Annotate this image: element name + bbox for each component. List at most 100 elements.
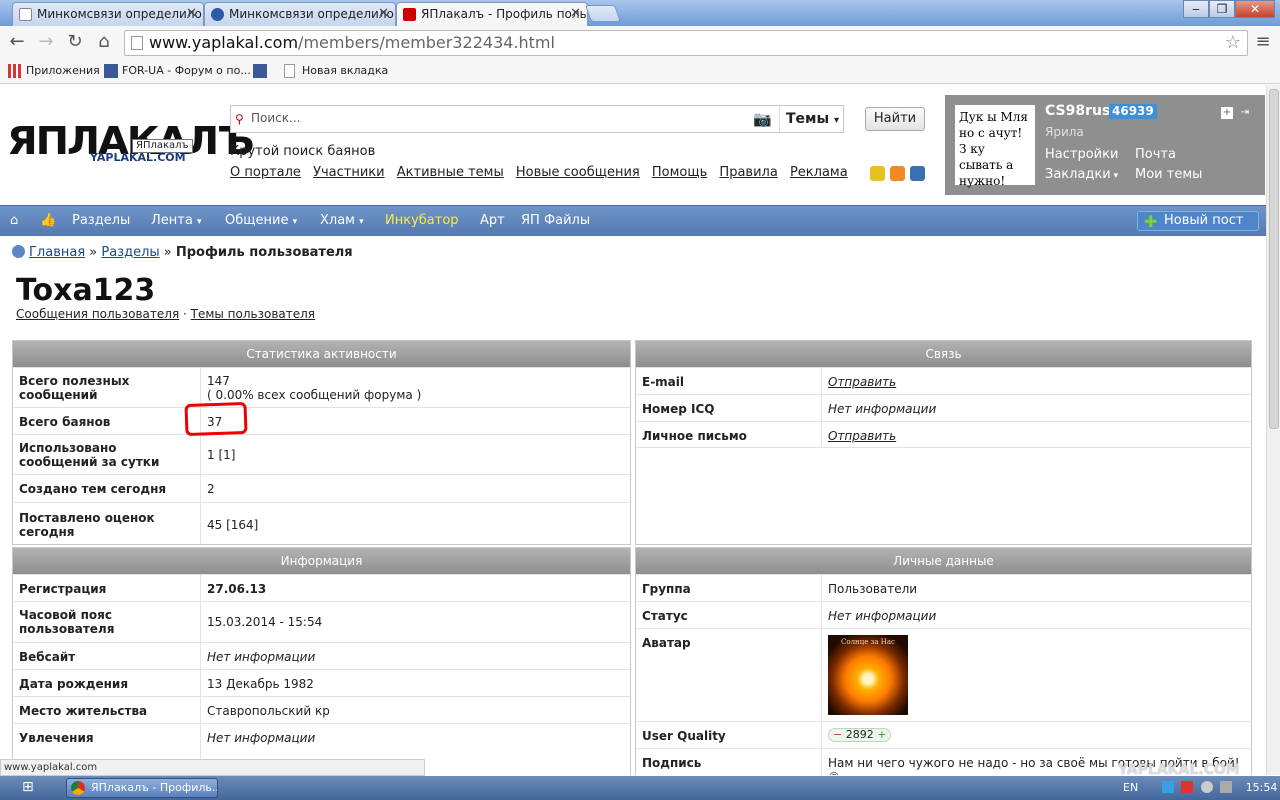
nav-talk[interactable]: Общение ▾ [225,213,297,228]
browser-tab-active[interactable]: ЯПлакалъ - Профиль польз ✕ [396,2,588,27]
table-row: Место жительства Ставропольский кр [13,696,630,723]
star-favorites-icon[interactable] [870,166,885,181]
row-value: 1 [1] [207,448,236,462]
row-label: Увлечения [19,731,94,745]
email-send-link[interactable]: Отправить [828,375,896,389]
search-scope-select[interactable]: Темы ▾ [779,106,843,132]
browser-toolbar: ← → ↻ ⌂ www.yaplakal.com/members/member3… [0,26,1280,60]
back-arrow-icon[interactable]: ← [6,31,28,53]
bookmarks-link[interactable]: Закладки ▾ [1045,167,1118,182]
menu-ads[interactable]: Реклама [790,165,848,180]
close-icon[interactable]: ✕ [186,3,197,25]
close-icon[interactable]: ✕ [378,3,389,25]
bookmark-for-ua[interactable]: FOR-UA - Форум о по... [104,64,251,78]
logout-icon[interactable]: ⇥ [1239,107,1251,119]
pencil-icon[interactable] [910,166,925,181]
browser-tab-2[interactable]: Минкомсвязи определило ✕ [204,2,396,26]
menu-rules[interactable]: Правила [719,165,777,180]
language-indicator[interactable]: EN [1123,781,1138,794]
chevron-down-icon: ▾ [1110,171,1119,181]
new-tab-button[interactable] [584,5,622,22]
forward-arrow-icon[interactable]: → [35,31,57,53]
arrow-circle-icon [12,245,25,258]
crumb-home[interactable]: Главная [29,245,85,260]
scrollbar-thumb[interactable] [1269,89,1279,429]
like-icon[interactable]: 👍 [40,213,56,228]
nav-incubator[interactable]: Инкубатор [385,213,459,228]
row-label: Создано тем сегодня [19,482,167,496]
table-row: Поставлено оценок сегодня 45 [164] [13,502,630,545]
row-label: Личное письмо [642,429,747,443]
minus-icon[interactable]: − [833,728,842,741]
search-icon: ⚲ [235,112,244,126]
table-row: Создано тем сегодня 2 [13,474,630,502]
minimize-button[interactable]: ‒ [1183,0,1209,18]
nav-junk[interactable]: Хлам ▾ [320,213,364,228]
my-topics-link[interactable]: Мои темы [1135,167,1202,182]
settings-link[interactable]: Настройки [1045,147,1118,162]
search-box: ⚲ Поиск... 📷 Темы ▾ [230,105,844,133]
table-row: Дата рождения 13 Декабрь 1982 [13,669,630,696]
nav-files[interactable]: ЯП Файлы [521,213,590,228]
bookmark-apps[interactable]: Приложения [8,64,100,78]
tray-icon[interactable] [1200,781,1213,793]
row-value: 13 Декабрь 1982 [207,677,314,691]
profile-links: Сообщения пользователя · Темы пользовате… [16,307,316,321]
search-input[interactable]: Поиск... [251,111,300,125]
plus-icon[interactable]: + [877,728,886,741]
user-topics-link[interactable]: Темы пользователя [191,307,315,321]
network-icon[interactable] [1161,781,1174,793]
address-bar[interactable]: www.yaplakal.com/members/member322434.ht… [124,30,1248,56]
close-icon[interactable]: ✕ [570,3,581,25]
panel-title: Связь [636,341,1251,367]
acrobat-icon[interactable] [1181,781,1194,793]
user-avatar[interactable]: Дук ы Мля но с ачут! З ку сывать а нужно… [955,105,1035,188]
table-row: Аватар Солнце за Нас [636,628,1251,721]
nav-sections[interactable]: Разделы [72,213,130,228]
private-message-link[interactable]: Отправить [828,429,896,443]
maximize-button[interactable]: ❐ [1209,0,1235,18]
new-post-button[interactable]: ✚ Новый пост [1137,211,1259,231]
camera-icon[interactable]: 📷 [753,110,775,128]
mail-link[interactable]: Почта [1135,147,1176,162]
browser-tab-1[interactable]: Минкомсвязи определило ✕ [12,2,204,26]
bookmark-new-tab[interactable]: Новая вкладка [284,64,388,78]
table-row: Личное письмо Отправить [636,421,1251,448]
menu-new-posts[interactable]: Новые сообщения [516,165,640,180]
highlight-annotation [184,401,248,437]
row-label: Всего баянов [19,415,111,429]
windows-start-icon[interactable]: ⊞ [22,779,42,797]
volume-icon[interactable] [1220,781,1233,793]
menu-icon[interactable]: ≡ [1252,31,1274,53]
crumb-sections[interactable]: Разделы [101,245,159,260]
nav-junk-label: Хлам [320,213,355,228]
reload-icon[interactable]: ↻ [64,31,86,53]
row-value: Нет информации [207,650,316,664]
menu-about[interactable]: О портале [230,165,301,180]
row-value: Нет информации [828,402,937,416]
window-close-button[interactable]: ✕ [1235,0,1275,18]
page-scrollbar[interactable] [1266,85,1280,775]
panel-title: Личные данные [636,548,1251,574]
find-button[interactable]: Найти [865,107,925,131]
plus-icon[interactable]: + [1221,107,1233,119]
menu-members[interactable]: Участники [313,165,385,180]
menu-help[interactable]: Помощь [652,165,707,180]
row-label: Вебсайт [19,650,76,664]
user-posts-link[interactable]: Сообщения пользователя [16,307,179,321]
row-label: Аватар [642,636,691,650]
user-name[interactable]: CS98rus [1045,103,1110,119]
nav-art[interactable]: Арт [480,213,505,228]
taskbar-chrome-item[interactable]: ЯПлакалъ - Профиль... [66,778,218,798]
chevron-down-icon: ▾ [359,217,364,227]
menu-active-topics[interactable]: Активные темы [397,165,504,180]
chevron-down-icon: ▾ [196,217,202,227]
crumb-current: Профиль пользователя [175,245,353,260]
panel-title: Статистика активности [13,341,630,367]
home-icon[interactable]: ⌂ [10,213,18,228]
rss-icon[interactable] [890,166,905,181]
home-icon[interactable]: ⌂ [93,31,115,53]
table-row: Статус Нет информации [636,601,1251,628]
nav-feed[interactable]: Лента ▾ [151,213,201,228]
star-bookmark-icon[interactable]: ☆ [1225,31,1241,55]
